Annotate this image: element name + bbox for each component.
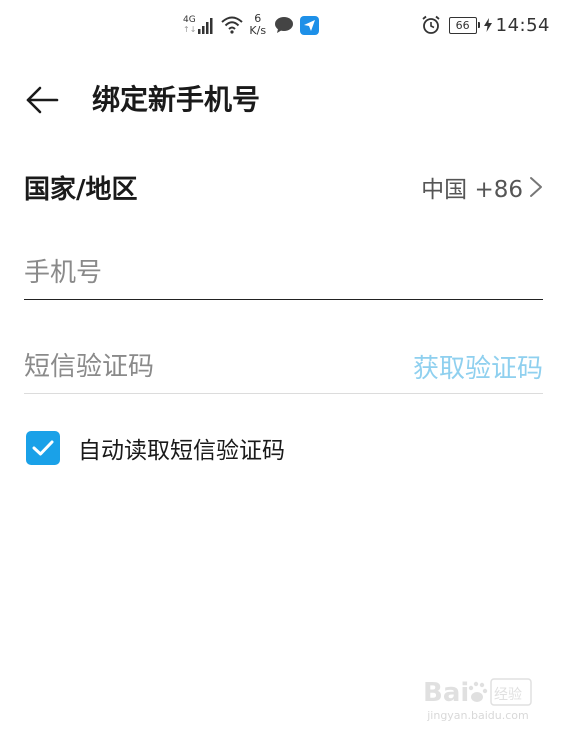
alarm-clock-icon xyxy=(422,15,440,34)
network-type: 4G ↑↓ xyxy=(183,15,197,35)
status-bar-center: 4G ↑↓ 6 K/s xyxy=(183,10,320,40)
sms-code-field: 获取验证码 xyxy=(24,340,543,394)
get-verification-code-button[interactable]: 获取验证码 xyxy=(413,348,543,385)
status-time: 14:54 xyxy=(495,14,550,36)
battery-level: 66 xyxy=(448,16,477,34)
country-region-value: 中国 +86 xyxy=(421,177,523,203)
country-region-selector[interactable]: 国家/地区 中国 +86 xyxy=(24,160,543,214)
chat-bubble-icon xyxy=(275,17,294,33)
baidu-jingyan-watermark: Bai 经验 jingyan.baidu.com xyxy=(423,671,533,722)
wifi-icon xyxy=(221,16,244,34)
country-region-value-group: 中国 +86 xyxy=(421,170,543,204)
back-button[interactable] xyxy=(24,82,60,118)
phone-number-input[interactable] xyxy=(24,246,543,299)
auto-read-sms-checkbox[interactable] xyxy=(26,431,60,465)
charging-bolt-icon xyxy=(483,18,492,32)
baidu-logo-icon: Bai 经验 xyxy=(423,678,532,708)
checkmark-icon xyxy=(32,440,54,456)
country-region-label: 国家/地区 xyxy=(24,174,138,205)
battery-indicator: 66 xyxy=(448,16,480,34)
signal-icon xyxy=(198,18,213,34)
auto-read-sms-label: 自动读取短信验证码 xyxy=(78,438,285,464)
sms-code-input[interactable] xyxy=(24,340,413,393)
network-speed-unit: K/s xyxy=(249,24,267,37)
battery-tip xyxy=(477,22,480,28)
status-bar-right: 66 14:54 xyxy=(421,10,550,40)
watermark-url: jingyan.baidu.com xyxy=(427,709,529,722)
page-title: 绑定新手机号 xyxy=(92,83,261,116)
auto-read-sms-option[interactable]: 自动读取短信验证码 xyxy=(26,430,285,466)
svg-text:Bai: Bai xyxy=(423,678,469,708)
arrow-left-icon xyxy=(26,86,59,114)
svg-text:经验: 经验 xyxy=(494,687,522,703)
chevron-right-icon xyxy=(530,177,542,197)
phone-number-field xyxy=(24,246,543,300)
network-arrows: ↑↓ xyxy=(183,25,197,34)
network-type-label: 4G xyxy=(183,15,196,25)
network-speed: 6 K/s xyxy=(249,13,266,37)
status-bar: 4G ↑↓ 6 K/s 66 14:54 xyxy=(0,0,563,50)
paper-plane-app-icon xyxy=(300,15,320,35)
